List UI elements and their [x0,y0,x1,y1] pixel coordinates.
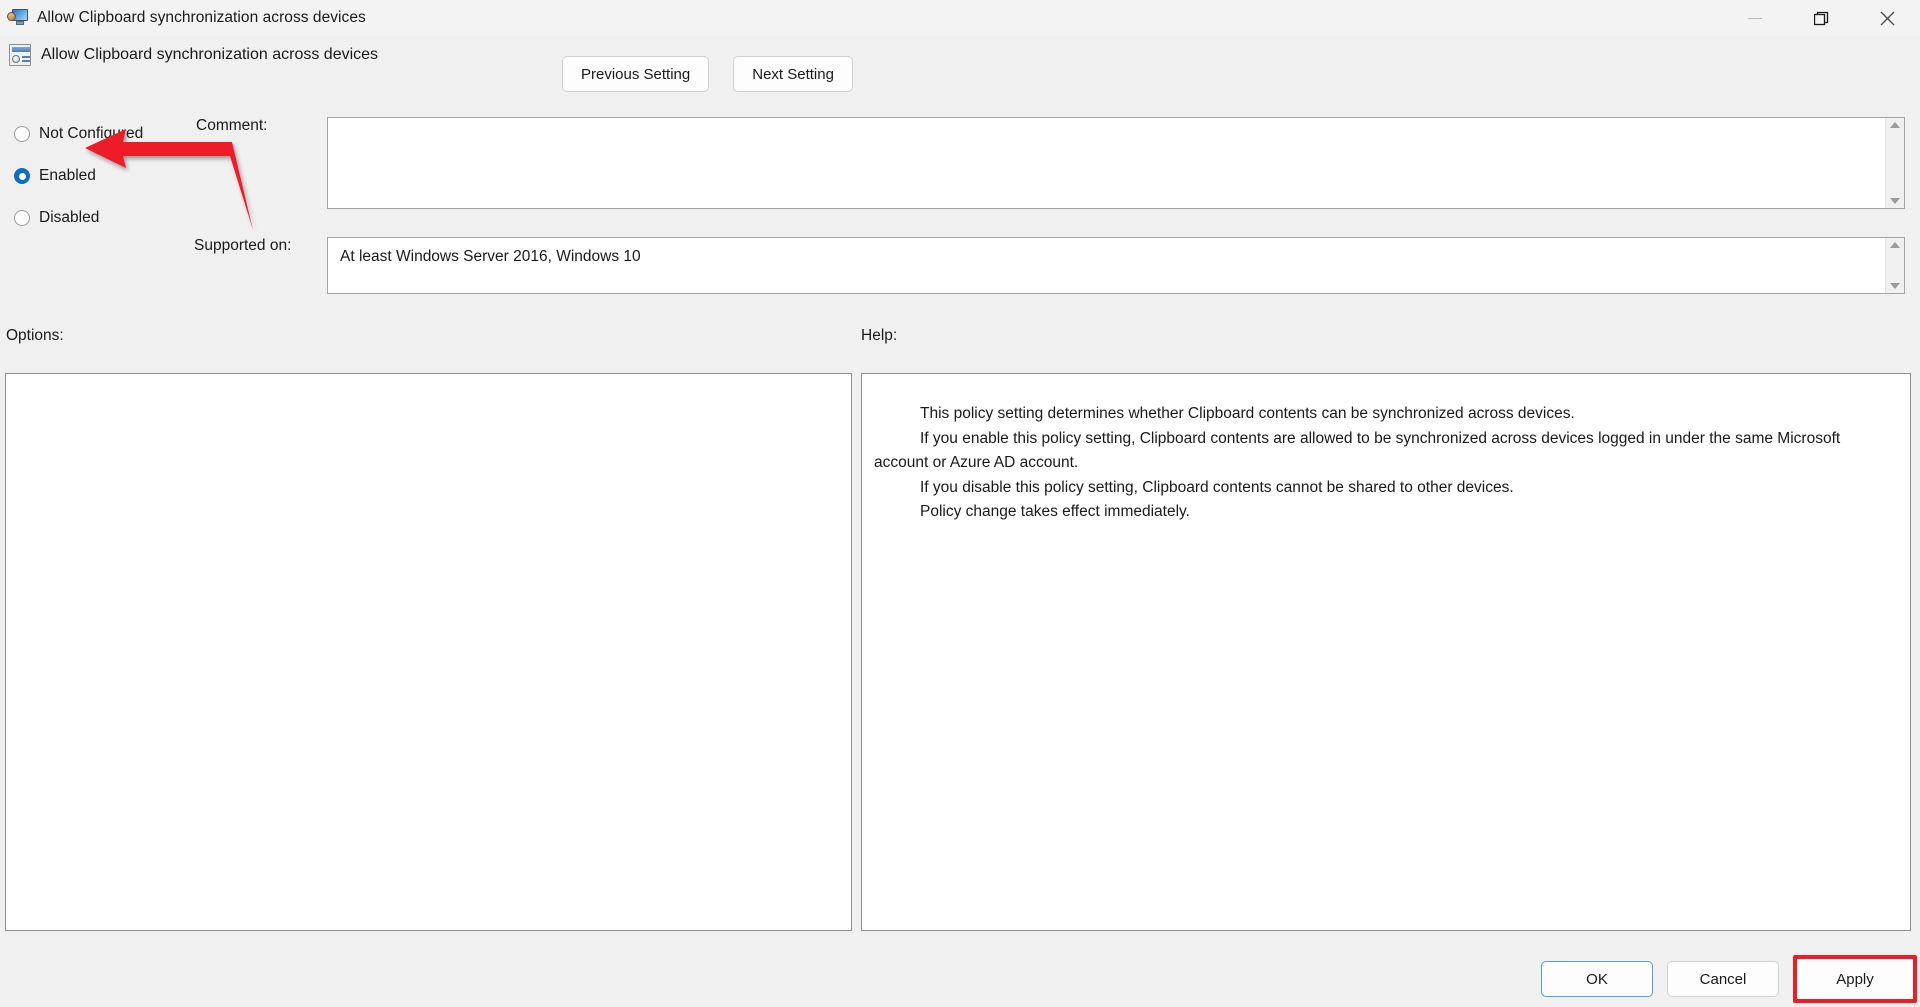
help-label: Help: [861,327,898,344]
help-paragraph: If you enable this policy setting, Clipb… [874,429,1841,472]
radio-label: Disabled [39,209,100,226]
help-paragraph: If you disable this policy setting, Clip… [920,478,1514,496]
policy-setting-icon [9,44,31,66]
setting-navigation: Previous Setting Next Setting [562,56,853,92]
window-title: Allow Clipboard synchronization across d… [37,9,366,26]
apply-button[interactable]: Apply [1802,964,1908,994]
minimize-icon[interactable] [1722,0,1788,36]
comment-value[interactable] [328,118,1885,208]
radio-label: Not Configured [39,125,144,142]
radio-label: Enabled [39,167,96,184]
gpedit-policy-dialog: Allow Clipboard synchronization across d… [0,0,1920,1007]
scroll-down-icon[interactable] [1890,283,1900,289]
next-setting-button[interactable]: Next Setting [733,56,853,92]
scroll-up-icon[interactable] [1890,122,1900,128]
radio-circle-icon [14,210,30,226]
supported-on-label: Supported on: [194,237,292,254]
supported-on-scrollbar[interactable] [1885,238,1904,293]
monitor-user-icon [7,8,29,28]
apply-highlight-annotation: Apply [1793,955,1917,1003]
cancel-button[interactable]: Cancel [1667,961,1779,997]
ok-button[interactable]: OK [1541,961,1653,997]
close-icon[interactable] [1854,0,1920,36]
radio-enabled[interactable]: Enabled [14,160,143,192]
title-bar: Allow Clipboard synchronization across d… [0,0,1920,36]
help-paragraph: Policy change takes effect immediately. [920,503,1190,520]
help-paragraph: This policy setting determines whether C… [920,405,1575,422]
help-panel: This policy setting determines whether C… [861,373,1911,931]
comment-label: Comment: [196,117,268,134]
help-text: This policy setting determines whether C… [862,374,1910,525]
comment-scrollbar[interactable] [1885,118,1904,208]
options-label: Options: [6,327,64,344]
options-content [6,374,851,394]
radio-circle-selected-icon [14,168,30,184]
previous-setting-button[interactable]: Previous Setting [562,56,710,92]
options-panel [5,373,852,931]
scroll-up-icon[interactable] [1890,242,1900,248]
radio-disabled[interactable]: Disabled [14,202,143,234]
radio-not-configured[interactable]: Not Configured [14,118,143,150]
dialog-footer: OK Cancel Apply [1541,955,1917,1003]
radio-circle-icon [14,126,30,142]
page-title: Allow Clipboard synchronization across d… [41,46,379,63]
supported-on-value: At least Windows Server 2016, Windows 10 [340,248,641,265]
supported-on-textbox: At least Windows Server 2016, Windows 10 [327,237,1905,294]
policy-header: Allow Clipboard synchronization across d… [0,36,1920,98]
restore-icon[interactable] [1788,0,1854,36]
comment-textbox[interactable] [327,117,1905,209]
window-controls [1722,0,1920,36]
scroll-down-icon[interactable] [1890,198,1900,204]
policy-state-radio-group: Not Configured Enabled Disabled [14,118,143,244]
